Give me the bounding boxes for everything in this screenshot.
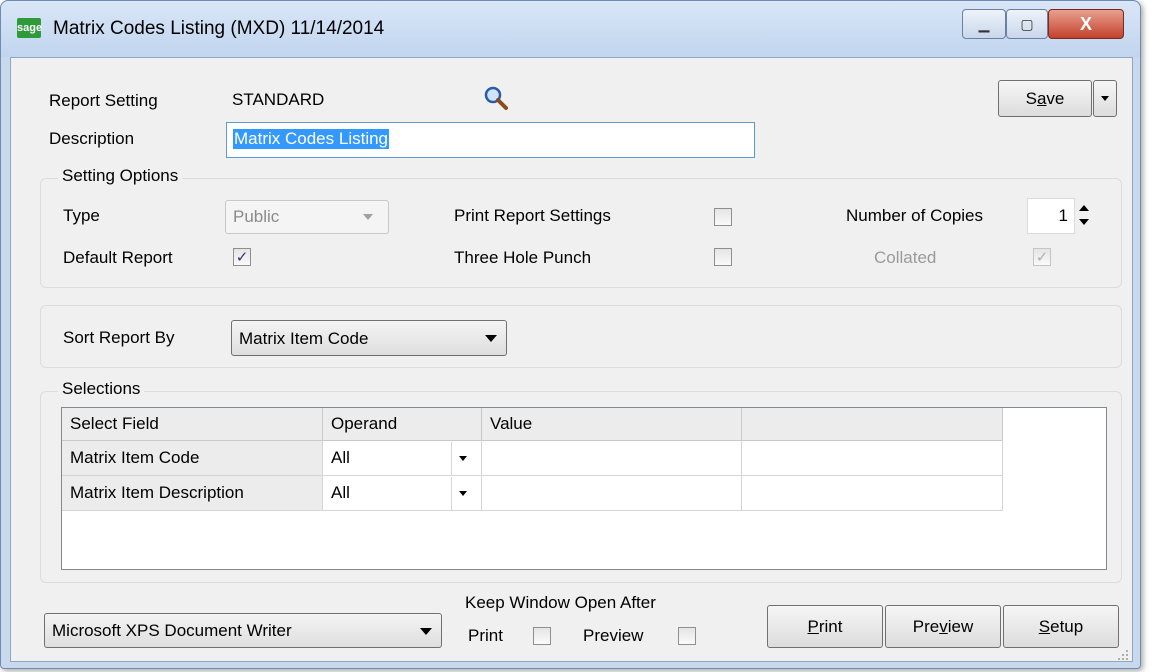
column-header[interactable]: Operand xyxy=(323,408,482,441)
sort-report-by-select[interactable]: Matrix Item Code xyxy=(231,320,507,356)
keep-open-preview-label: Preview xyxy=(583,626,644,645)
keep-open-preview-checkbox[interactable] xyxy=(678,627,696,645)
maximize-button[interactable]: ▢ xyxy=(1006,9,1048,39)
save-label-mnemonic: a xyxy=(1036,88,1047,108)
print-report-settings-checkbox[interactable] xyxy=(714,208,732,226)
printer-value: Microsoft XPS Document Writer xyxy=(52,621,292,640)
title-bar[interactable]: sage Matrix Codes Listing (MXD) 11/14/20… xyxy=(1,1,1140,57)
preview-button[interactable]: Pre v iew xyxy=(885,605,1001,648)
three-hole-punch-checkbox[interactable] xyxy=(714,248,732,266)
window-title: Matrix Codes Listing (MXD) 11/14/2014 xyxy=(53,18,385,39)
keep-open-print-label: Print xyxy=(468,626,503,645)
copies-spinner[interactable] xyxy=(1077,199,1091,233)
description-label: Description xyxy=(49,129,135,148)
setting-options-group xyxy=(40,178,1122,288)
default-report-checkbox[interactable]: ✓ xyxy=(233,248,251,266)
default-report-label: Default Report xyxy=(63,248,173,267)
minimize-button[interactable]: ▁ xyxy=(962,9,1006,39)
dialog-body: Report Setting STANDARD Sa ve Description… xyxy=(10,57,1133,662)
spinner-up-icon[interactable] xyxy=(1079,205,1089,211)
save-label-part: S xyxy=(1025,88,1037,108)
print-label-part: rint xyxy=(818,616,843,636)
sort-report-by-label: Sort Report By xyxy=(63,328,175,347)
description-value: Matrix Codes Listing xyxy=(233,129,390,149)
table-row-value[interactable] xyxy=(482,476,742,511)
sage-logo-icon: sage xyxy=(17,18,42,38)
setup-button[interactable]: Setup xyxy=(1003,605,1119,648)
collated-checkbox: ✓ xyxy=(1033,248,1051,266)
save-label-part: ve xyxy=(1046,88,1065,108)
column-header[interactable]: Value xyxy=(482,408,742,441)
table-row-field[interactable]: Matrix Item Code xyxy=(62,441,323,476)
print-button[interactable]: Print xyxy=(767,605,883,648)
print-label-mnemonic: P xyxy=(807,616,819,636)
number-of-copies-label: Number of Copies xyxy=(846,206,984,225)
selections-title: Selections xyxy=(58,379,145,399)
print-report-settings-label: Print Report Settings xyxy=(454,206,611,225)
magnifier-icon[interactable] xyxy=(483,85,509,111)
report-setting-label: Report Setting xyxy=(49,91,158,110)
keep-open-print-checkbox[interactable] xyxy=(533,627,551,645)
column-header[interactable] xyxy=(742,408,1003,441)
keep-window-open-label: Keep Window Open After xyxy=(465,593,656,612)
number-of-copies-value: 1 xyxy=(1058,206,1068,225)
description-input[interactable]: Matrix Codes Listing xyxy=(226,122,755,158)
operand-value: All xyxy=(331,448,350,467)
chevron-down-icon xyxy=(459,456,467,461)
preview-label-mnemonic: v xyxy=(939,616,948,636)
preview-label-part: iew xyxy=(947,616,974,636)
setting-options-title: Setting Options xyxy=(58,166,183,186)
printer-select[interactable]: Microsoft XPS Document Writer xyxy=(44,613,442,648)
spinner-down-icon[interactable] xyxy=(1079,219,1089,225)
type-select[interactable]: Public xyxy=(225,200,389,234)
app-window: sage Matrix Codes Listing (MXD) 11/14/20… xyxy=(0,0,1141,669)
setup-label-mnemonic: S xyxy=(1038,616,1051,636)
operand-dropdown[interactable] xyxy=(451,442,476,475)
setup-label-part: etup xyxy=(1050,616,1084,636)
type-label: Type xyxy=(63,206,100,225)
table-row-field[interactable]: Matrix Item Description xyxy=(62,476,323,511)
chevron-down-icon xyxy=(485,335,497,342)
chevron-down-icon xyxy=(363,214,373,220)
chevron-down-icon xyxy=(1101,96,1109,101)
checkmark-icon: ✓ xyxy=(235,249,249,266)
report-setting-field[interactable]: STANDARD xyxy=(232,90,324,110)
sort-report-by-value: Matrix Item Code xyxy=(239,329,369,348)
chevron-down-icon xyxy=(459,491,467,496)
close-icon: X xyxy=(1079,13,1092,34)
minimize-icon: ▁ xyxy=(978,15,990,32)
table-row-value2[interactable] xyxy=(742,476,1003,511)
column-header[interactable]: Select Field xyxy=(62,408,323,441)
save-options-dropdown[interactable] xyxy=(1093,80,1117,117)
close-button[interactable]: X xyxy=(1048,9,1124,39)
operand-value: All xyxy=(331,483,350,502)
sort-group xyxy=(40,305,1122,368)
save-button[interactable]: Sa ve xyxy=(998,80,1092,117)
selections-grid[interactable]: Select Field Operand Value Matrix Item C… xyxy=(61,407,1107,570)
three-hole-punch-label: Three Hole Punch xyxy=(454,248,592,267)
resize-grip-icon[interactable] xyxy=(1117,646,1129,660)
number-of-copies-input[interactable]: 1 xyxy=(1027,198,1075,234)
table-row-value[interactable] xyxy=(482,441,742,476)
maximize-icon: ▢ xyxy=(1020,15,1034,32)
chevron-down-icon xyxy=(420,628,432,635)
checkmark-icon: ✓ xyxy=(1035,249,1049,266)
operand-dropdown[interactable] xyxy=(451,477,476,510)
table-row-value2[interactable] xyxy=(742,441,1003,476)
type-value: Public xyxy=(233,207,280,226)
collated-label: Collated xyxy=(874,248,937,267)
preview-label-part: Pre xyxy=(912,616,940,636)
